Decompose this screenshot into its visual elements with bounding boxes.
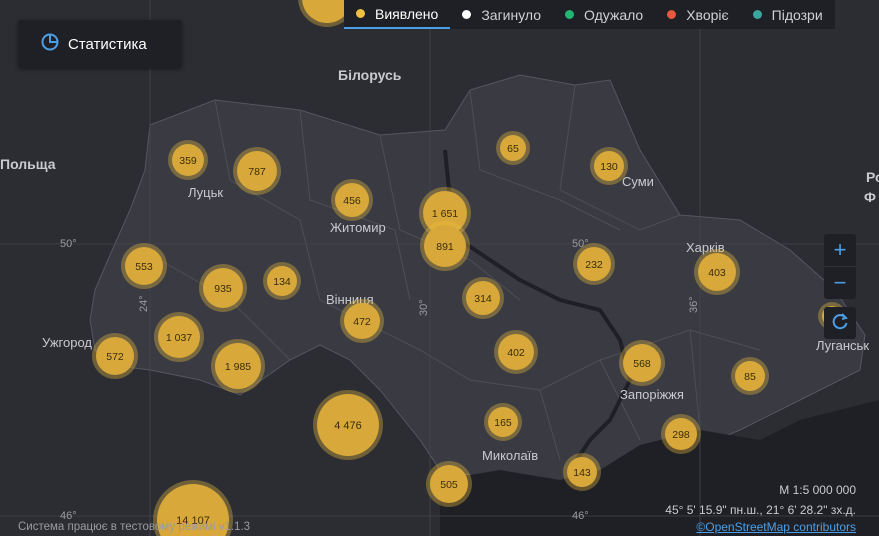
- tab-label: Підозри: [771, 6, 823, 23]
- place-label-russia: Ро: [866, 169, 879, 185]
- zoom-out-button[interactable]: −: [824, 266, 856, 299]
- tab-detected[interactable]: Виявлено: [344, 0, 451, 29]
- tab-label: Хворіє: [686, 6, 729, 23]
- cluster-marker[interactable]: 134: [263, 262, 301, 300]
- place-label-lutsk: Луцьк: [188, 185, 223, 200]
- cluster-count: 505: [440, 479, 458, 491]
- metric-tabs: Виявлено Загинуло Одужало Хворіє Підозри: [344, 0, 835, 29]
- cluster-count: 85: [744, 371, 756, 383]
- place-label-mykolaiv: Миколаїв: [482, 448, 538, 463]
- statistics-button-label: Статистика: [68, 35, 147, 53]
- cluster-marker[interactable]: 553: [121, 243, 167, 289]
- cluster-marker[interactable]: 505: [426, 461, 472, 507]
- cluster-marker[interactable]: 456: [331, 179, 373, 221]
- cluster-count: 935: [214, 283, 232, 295]
- cluster-marker[interactable]: 568: [619, 340, 665, 386]
- cluster-count: 359: [179, 155, 197, 167]
- cluster-marker[interactable]: 232: [573, 243, 615, 285]
- reset-view-button[interactable]: [824, 307, 856, 339]
- pie-chart-icon: [40, 32, 60, 57]
- tab-label: Одужало: [584, 6, 644, 23]
- tab-suspected[interactable]: Підозри: [741, 0, 835, 29]
- cluster-count: 1 985: [225, 361, 251, 373]
- osm-attribution-link[interactable]: ©OpenStreetMap contributors: [696, 520, 856, 534]
- cluster-count: 65: [507, 143, 519, 155]
- tab-sick[interactable]: Хворіє: [655, 0, 740, 29]
- cluster-marker[interactable]: 130: [590, 147, 628, 185]
- system-status-text: Система працює в тестовому режимі v1.1.3: [18, 521, 251, 533]
- legend-dot-icon: [565, 10, 575, 19]
- cluster-count: 232: [585, 259, 603, 271]
- cluster-marker[interactable]: 359: [168, 140, 208, 180]
- zoom-in-button[interactable]: +: [824, 234, 856, 266]
- cluster-marker[interactable]: 65: [496, 131, 530, 165]
- place-label-luhansk: Луганськ: [816, 338, 869, 353]
- statistics-button[interactable]: Статистика: [18, 20, 182, 68]
- place-label-zaporizhzhia: Запоріжжя: [620, 387, 684, 402]
- cluster-count: 456: [343, 195, 361, 207]
- legend-dot-icon: [667, 10, 677, 19]
- cluster-marker[interactable]: 298: [661, 414, 701, 454]
- cluster-count: 143: [573, 467, 591, 479]
- cluster-marker[interactable]: 143: [563, 453, 601, 491]
- cluster-count: 891: [436, 241, 454, 253]
- cluster-marker[interactable]: 403: [694, 249, 740, 295]
- cluster-count: 553: [135, 261, 153, 273]
- cluster-count: 4 476: [334, 420, 362, 432]
- cluster-marker[interactable]: 402: [494, 330, 538, 374]
- tab-label: Виявлено: [375, 5, 439, 22]
- cluster-count: 568: [633, 358, 651, 370]
- tab-label: Загинуло: [481, 6, 542, 23]
- tab-recovered[interactable]: Одужало: [553, 0, 655, 29]
- cluster-count: 402: [507, 347, 525, 359]
- cluster-marker[interactable]: 891: [420, 221, 470, 271]
- place-label-poland: Польща: [0, 156, 56, 172]
- place-label-russia: Ф: [864, 189, 876, 205]
- grid-label: 50°: [60, 238, 77, 250]
- grid-label: 24°: [138, 295, 150, 312]
- legend-dot-icon: [462, 10, 472, 19]
- cluster-count: 314: [474, 293, 492, 305]
- place-label-sumy: Суми: [622, 174, 654, 189]
- grid-label: 30°: [418, 299, 430, 316]
- place-label-uzhhorod: Ужгород: [42, 335, 92, 350]
- cluster-marker[interactable]: 314: [462, 277, 504, 319]
- place-label-belarus: Білорусь: [338, 67, 402, 83]
- cluster-count: 134: [273, 276, 291, 288]
- cluster-count: 165: [494, 417, 512, 429]
- legend-dot-icon: [356, 9, 365, 18]
- cluster-marker[interactable]: 1 037: [154, 312, 204, 362]
- zoom-control: + −: [824, 234, 856, 299]
- tab-deaths[interactable]: Загинуло: [450, 0, 553, 29]
- cluster-count: 1 037: [166, 332, 192, 344]
- legend-dot-icon: [752, 10, 762, 19]
- cluster-count: 472: [353, 316, 371, 328]
- cluster-marker[interactable]: 472: [340, 299, 384, 343]
- cluster-count: 787: [248, 166, 266, 178]
- cluster-count: 298: [672, 429, 690, 441]
- cluster-count: 403: [708, 267, 726, 279]
- cluster-marker[interactable]: 4 476: [313, 390, 383, 460]
- cluster-marker[interactable]: 165: [484, 403, 522, 441]
- map-scale: М 1:5 000 000: [779, 483, 856, 497]
- cluster-marker[interactable]: 935: [199, 264, 247, 312]
- grid-label: 46°: [572, 510, 589, 522]
- cluster-count: 1 651: [432, 208, 458, 220]
- cluster-marker[interactable]: 572: [92, 333, 138, 379]
- cluster-count: 130: [600, 161, 618, 173]
- cluster-marker[interactable]: 787: [233, 147, 281, 195]
- place-label-zhytomyr: Житомир: [330, 220, 386, 235]
- cluster-marker[interactable]: 85: [731, 357, 769, 395]
- grid-label: 36°: [688, 296, 700, 313]
- cursor-coordinates: 45° 5' 15.9" пн.ш., 21° 6' 28.2" зх.д.: [665, 503, 856, 517]
- cluster-marker[interactable]: 1 985: [211, 339, 265, 393]
- cluster-count: 572: [106, 351, 124, 363]
- refresh-icon: [830, 311, 850, 336]
- map-canvas[interactable]: 50° 50° 24° 30° 36° 46° 46° Білорусь Пол…: [0, 0, 879, 536]
